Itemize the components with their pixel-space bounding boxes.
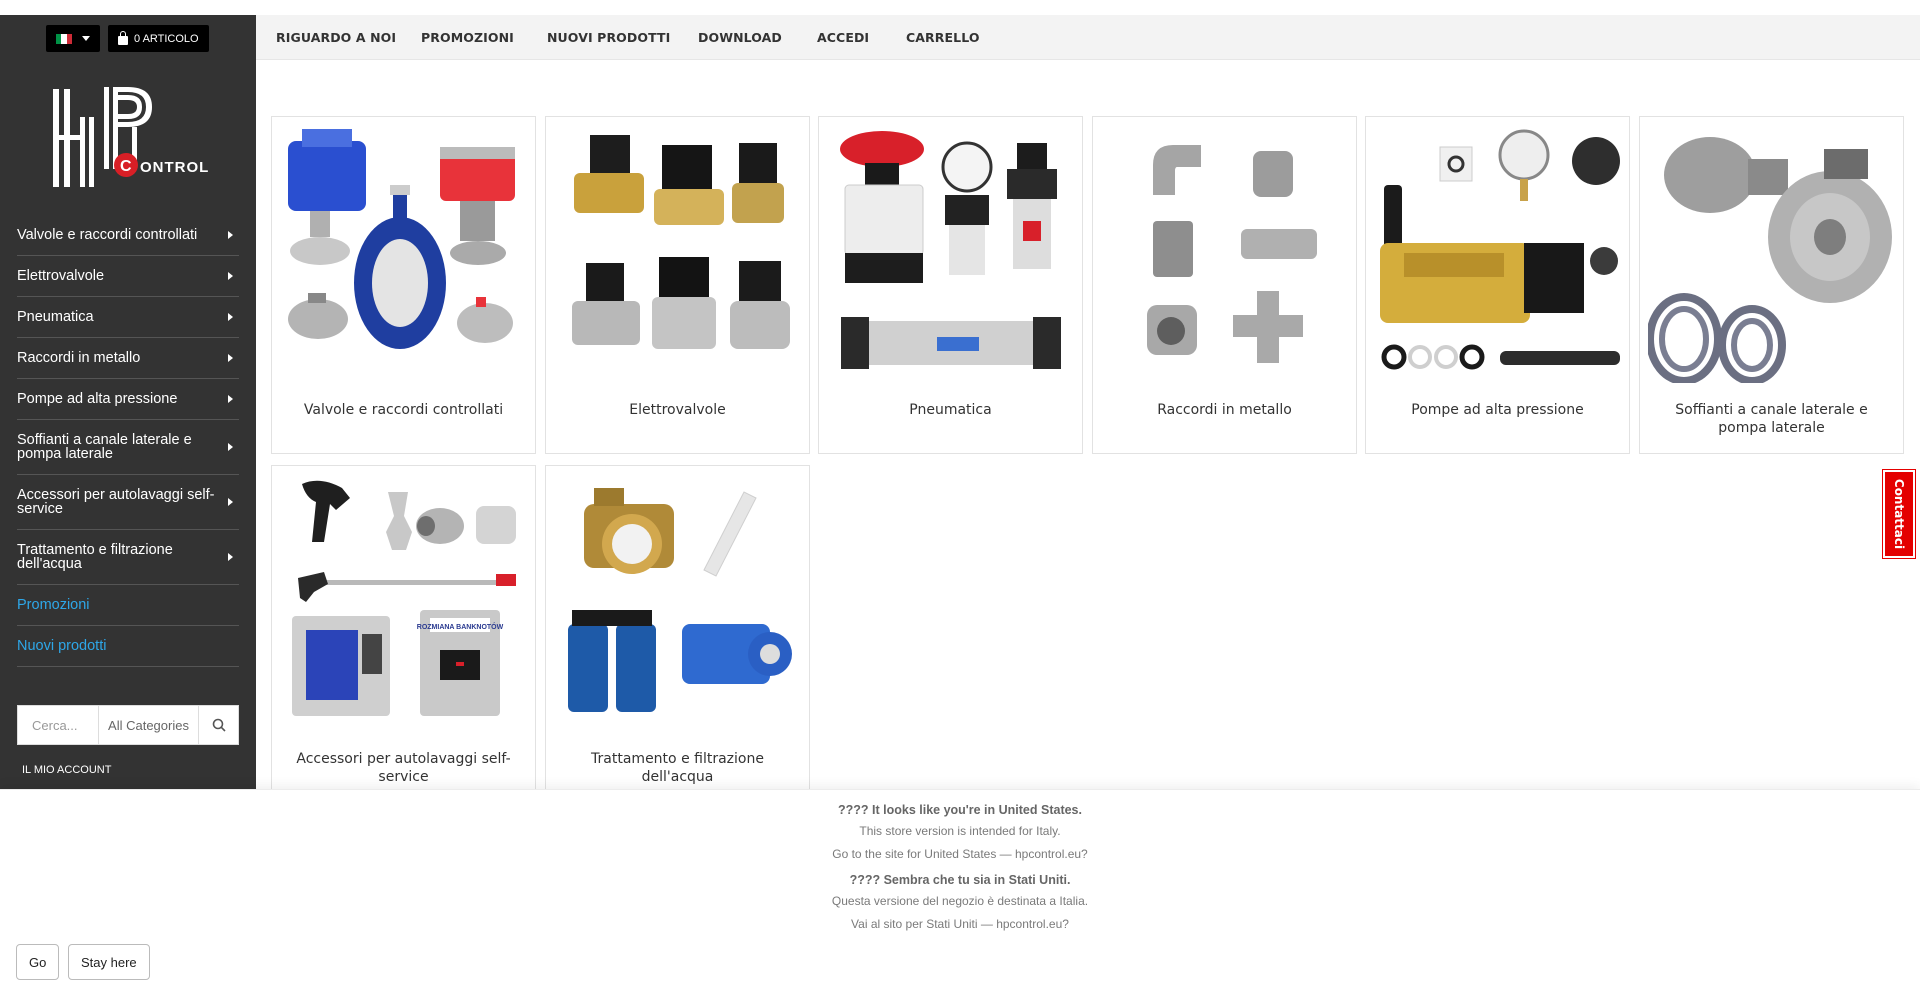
- banknote-machine-label: ROZMIANA BANKNOTÓW: [417, 622, 504, 631]
- sidebar-item-valvole[interactable]: Valvole e raccordi controllati: [17, 215, 239, 256]
- sidebar-item-label: Valvole e raccordi controllati: [17, 227, 198, 243]
- top-controls: 0 ARTICOLO: [46, 25, 209, 52]
- category-select[interactable]: All Categories: [99, 706, 199, 744]
- caret-down-icon: [82, 36, 90, 41]
- stay-here-button[interactable]: Stay here: [68, 944, 150, 980]
- chevron-right-icon: [228, 272, 233, 280]
- sidebar-item-label: Raccordi in metallo: [17, 350, 141, 366]
- sidebar-item-pompe[interactable]: Pompe ad alta pressione: [17, 379, 239, 420]
- category-title: Pompe ad alta pressione: [1411, 402, 1584, 418]
- high-pressure-pumps-image: [1380, 129, 1620, 370]
- car-wash-accessories-image: ROZMIANA BANKNOTÓW: [292, 480, 516, 716]
- chevron-right-icon: [228, 498, 233, 506]
- category-title: Trattamento e filtrazione dell'acqua: [591, 751, 764, 785]
- sidebar-item-label: Trattamento e filtrazione dell'acqua: [17, 542, 173, 572]
- top-nav: RIGUARDO A NOI PROMOZIONI NUOVI PRODOTTI…: [256, 15, 1920, 60]
- sidebar-item-label: Pneumatica: [17, 309, 94, 325]
- search-icon: [212, 718, 226, 732]
- my-account-label[interactable]: IL MIO ACCOUNT: [22, 764, 111, 776]
- sidebar: 0 ARTICOLO C ONTROL Valvole e raccordi c…: [0, 15, 256, 789]
- sidebar-item-pneumatica[interactable]: Pneumatica: [17, 297, 239, 338]
- side-channel-blowers-image: [1648, 137, 1892, 383]
- category-title: Raccordi in metallo: [1157, 402, 1292, 418]
- nav-promozioni[interactable]: PROMOZIONI: [421, 30, 514, 45]
- svg-text:ONTROL: ONTROL: [140, 159, 209, 176]
- search-button[interactable]: [199, 706, 238, 744]
- category-title: Elettrovalvole: [629, 402, 726, 418]
- category-card-soffianti[interactable]: Soffianti a canale laterale e pompa late…: [1639, 116, 1904, 454]
- category-card-pompe[interactable]: Pompe ad alta pressione: [1365, 116, 1630, 454]
- sidebar-item-label: Pompe ad alta pressione: [17, 391, 178, 407]
- category-menu: Valvole e raccordi controllati Elettrova…: [17, 215, 239, 667]
- category-card-raccordi[interactable]: Raccordi in metallo: [1092, 116, 1357, 454]
- category-card-valvole[interactable]: Valvole e raccordi controllati: [271, 116, 536, 454]
- sidebar-item-soffianti[interactable]: Soffianti a canale laterale e pompa late…: [17, 420, 239, 475]
- chevron-right-icon: [228, 354, 233, 362]
- category-card-accessori[interactable]: ROZMIANA BANKNOTÓW Accessori per autolav…: [271, 465, 536, 803]
- geo-heading-it: ???? Sembra che tu sia in Stati Uniti.: [849, 873, 1071, 887]
- pneumatics-image: [840, 131, 1061, 369]
- category-card-pneumatica[interactable]: Pneumatica: [818, 116, 1083, 454]
- chevron-right-icon: [228, 231, 233, 239]
- sidebar-item-nuovi-prodotti[interactable]: Nuovi prodotti: [17, 626, 239, 667]
- sidebar-item-elettrovalvole[interactable]: Elettrovalvole: [17, 256, 239, 297]
- nav-carrello[interactable]: CARRELLO: [906, 30, 980, 45]
- metal-fittings-image: [1147, 145, 1317, 363]
- category-title: Pneumatica: [909, 402, 992, 418]
- sidebar-item-promozioni[interactable]: Promozioni: [17, 585, 239, 626]
- category-card-elettrovalvole[interactable]: Elettrovalvole: [545, 116, 810, 454]
- category-card-trattamento[interactable]: Trattamento e filtrazione dell'acqua: [545, 465, 810, 803]
- geo-line-en-2: Go to the site for United States — hpcon…: [832, 847, 1088, 861]
- sidebar-item-label: Elettrovalvole: [17, 268, 105, 284]
- contact-tab-label: Contattaci: [1892, 478, 1907, 550]
- hp-control-logo[interactable]: C ONTROL: [50, 87, 210, 197]
- nav-nuovi-prodotti[interactable]: NUOVI PRODOTTI: [547, 30, 670, 45]
- cart-button[interactable]: 0 ARTICOLO: [108, 25, 209, 52]
- geo-line-it-1: Questa versione del negozio è destinata …: [831, 894, 1089, 908]
- chevron-right-icon: [228, 553, 233, 561]
- sidebar-item-raccordi[interactable]: Raccordi in metallo: [17, 338, 239, 379]
- go-button[interactable]: Go: [16, 944, 60, 980]
- category-title: Valvole e raccordi controllati: [303, 402, 504, 418]
- italy-flag-icon: [56, 33, 72, 44]
- sidebar-item-label: Nuovi prodotti: [17, 638, 107, 654]
- sidebar-item-label: Promozioni: [17, 597, 90, 613]
- sidebar-item-label: Accessori per autolavaggi self-service: [17, 487, 215, 517]
- chevron-right-icon: [228, 443, 233, 451]
- sidebar-item-label: Soffianti a canale laterale e pompa late…: [17, 432, 192, 462]
- svg-text:C: C: [120, 158, 132, 175]
- chevron-right-icon: [228, 313, 233, 321]
- geo-banner: ???? It looks like you're in United Stat…: [0, 789, 1920, 993]
- solenoid-valves-image: [572, 135, 790, 349]
- search-input[interactable]: [18, 706, 99, 744]
- shopping-bag-icon: [118, 30, 128, 45]
- category-title: Accessori per autolavaggi self-service: [296, 751, 511, 785]
- sidebar-item-trattamento[interactable]: Trattamento e filtrazione dell'acqua: [17, 530, 239, 585]
- language-selector[interactable]: [46, 25, 100, 52]
- chevron-right-icon: [228, 395, 233, 403]
- cart-label: 0 ARTICOLO: [134, 32, 199, 45]
- geo-line-en-1: This store version is intended for Italy…: [859, 824, 1061, 838]
- nav-accedi[interactable]: ACCEDI: [817, 30, 869, 45]
- geo-heading-en: ???? It looks like you're in United Stat…: [838, 803, 1082, 817]
- valves-product-image: [288, 129, 515, 349]
- sidebar-item-accessori[interactable]: Accessori per autolavaggi self-service: [17, 475, 239, 530]
- search-bar: All Categories: [17, 705, 239, 745]
- geo-line-it-2: Vai al sito per Stati Uniti — hpcontrol.…: [851, 917, 1069, 931]
- category-title: Soffianti a canale laterale e pompa late…: [1675, 402, 1868, 436]
- water-treatment-image: [568, 488, 792, 712]
- contact-tab[interactable]: Contattaci: [1882, 469, 1916, 559]
- nav-download[interactable]: DOWNLOAD: [698, 30, 782, 45]
- nav-about[interactable]: RIGUARDO A NOI: [276, 30, 396, 45]
- top-strip: [0, 0, 1920, 15]
